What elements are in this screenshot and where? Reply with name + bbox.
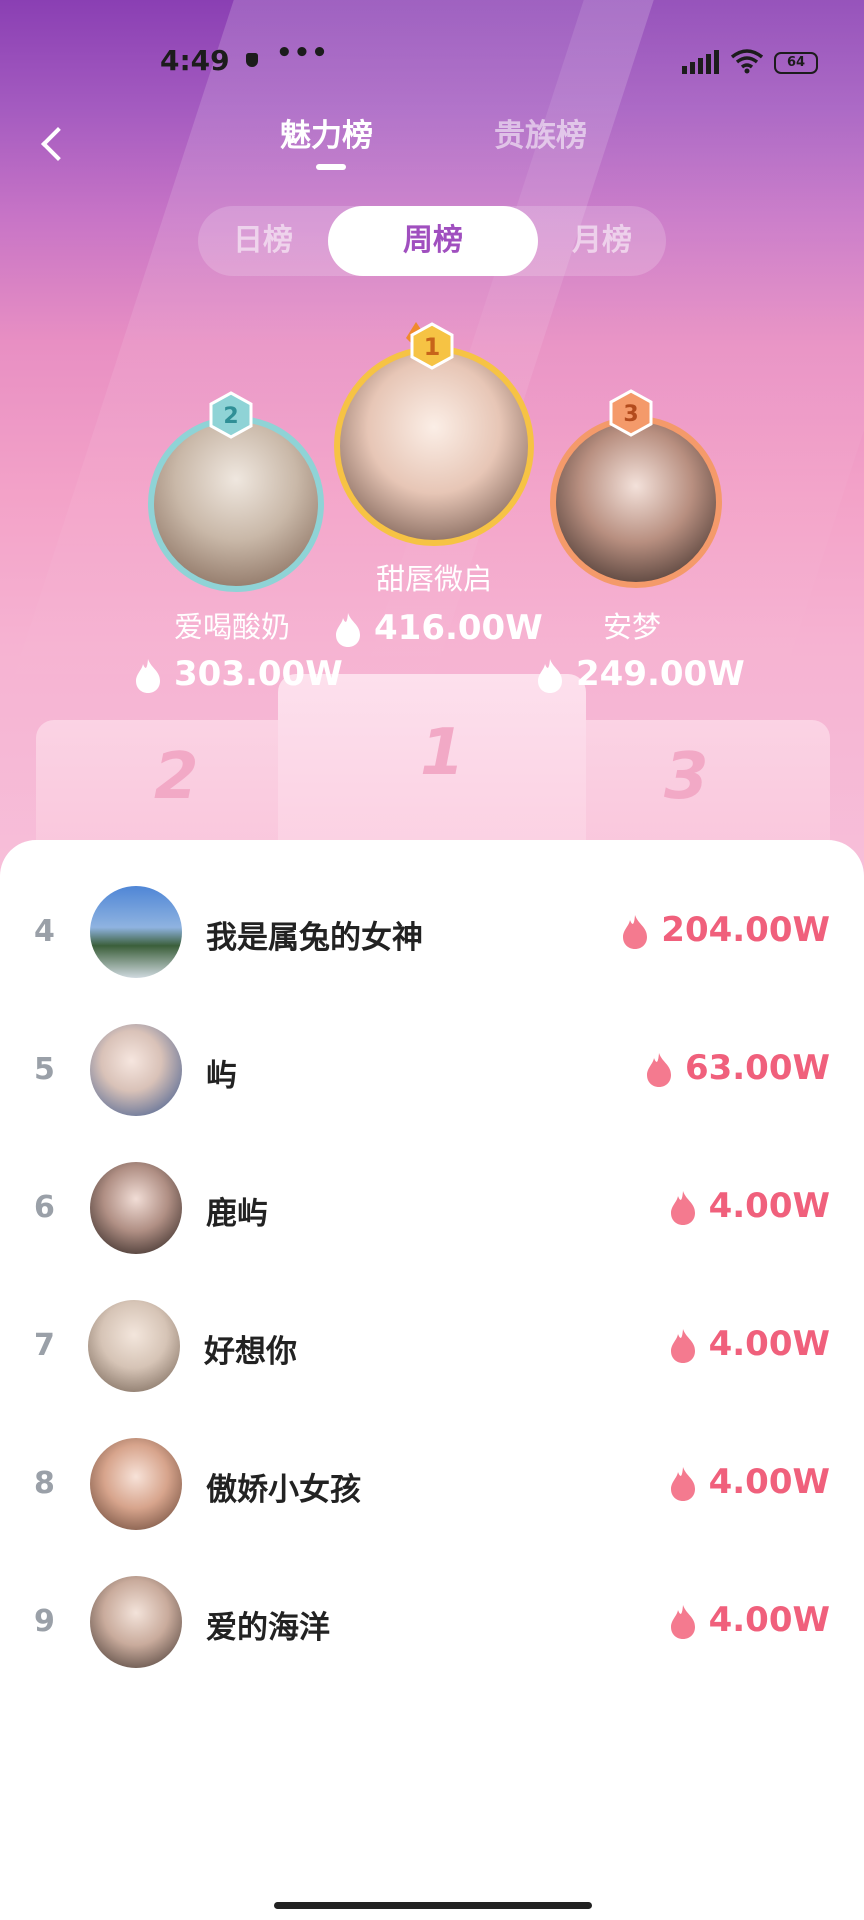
wifi-icon [730, 49, 764, 74]
avatar[interactable] [90, 1576, 182, 1668]
rank-2-badge-icon: 2 [209, 391, 253, 439]
rank-3-badge-number: 3 [623, 402, 638, 427]
list-score: 4.00W [669, 1600, 830, 1640]
list-rank: 8 [34, 1466, 55, 1501]
list-name: 我是属兔的女神 [206, 920, 423, 956]
list-name: 傲娇小女孩 [206, 1472, 361, 1508]
period-segmented-control: 日榜 周榜 月榜 [198, 206, 666, 276]
fire-icon [670, 1328, 695, 1363]
list-item-rank-7[interactable]: 7 好想你 4.00W [0, 1278, 864, 1416]
tab-charm-ranking[interactable]: 魅力榜 [280, 110, 373, 155]
list-score-value: 4.00W [708, 1600, 830, 1640]
list-item-rank-5[interactable]: 5 屿 63.00W [0, 1002, 864, 1140]
list-rank: 5 [34, 1052, 55, 1087]
tab-daily[interactable]: 日榜 [198, 206, 328, 276]
list-score-value: 4.00W [708, 1324, 830, 1364]
list-score: 4.00W [669, 1186, 830, 1226]
tab-monthly[interactable]: 月榜 [538, 206, 666, 276]
tab-indicator [316, 164, 346, 170]
list-score-value: 63.00W [684, 1048, 830, 1088]
list-score-value: 4.00W [708, 1186, 830, 1226]
fire-icon [136, 658, 160, 693]
list-score: 63.00W [645, 1048, 830, 1088]
fire-icon [336, 612, 360, 647]
avatar[interactable] [90, 1162, 182, 1254]
fire-icon [646, 1052, 671, 1087]
top-score-rank-3: 249.00W [536, 654, 745, 694]
top-name-rank-1: 甜唇微启 [375, 562, 492, 596]
tab-weekly[interactable]: 周榜 [328, 206, 538, 276]
rank-1-badge-number: 1 [424, 333, 441, 361]
list-name: 好想你 [204, 1334, 297, 1370]
podium-second-number: 2 [154, 740, 199, 814]
list-score: 204.00W [621, 910, 830, 950]
more-dots-icon: ••• [276, 38, 329, 68]
top-name-rank-2: 爱喝酸奶 [173, 610, 290, 644]
list-rank: 4 [34, 914, 55, 949]
list-score-value: 204.00W [661, 910, 830, 950]
avatar[interactable] [90, 1438, 182, 1530]
list-score-value: 4.00W [708, 1462, 830, 1502]
top-score-value: 416.00W [374, 608, 543, 648]
fire-icon [538, 658, 562, 693]
top-score-value: 303.00W [174, 654, 343, 694]
list-name: 屿 [206, 1058, 237, 1094]
home-indicator[interactable] [274, 1902, 592, 1909]
podium-first-number: 1 [420, 716, 465, 790]
battery-icon: 64 [774, 52, 818, 74]
rank-1-crown-badge-icon: 1 [406, 322, 454, 370]
fire-icon [670, 1190, 695, 1225]
fire-icon [670, 1604, 695, 1639]
list-rank: 7 [34, 1328, 55, 1363]
podium-third-number: 3 [664, 740, 709, 814]
list-item-rank-4[interactable]: 4 我是属兔的女神 204.00W [0, 864, 864, 1002]
signal-icon [682, 50, 719, 74]
avatar[interactable] [88, 1300, 180, 1392]
top-score-value: 249.00W [576, 654, 745, 694]
top-score-rank-1: 416.00W [334, 608, 543, 648]
avatar-rank-3[interactable] [550, 416, 722, 588]
list-item[interactable] [0, 1704, 864, 1842]
rank-2-badge-number: 2 [223, 404, 238, 429]
tab-noble-ranking[interactable]: 贵族榜 [494, 110, 587, 155]
list-item-rank-6[interactable]: 6 鹿屿 4.00W [0, 1140, 864, 1278]
list-item-rank-8[interactable]: 8 傲娇小女孩 4.00W [0, 1416, 864, 1554]
status-bar: 4:49 ••• 64 [0, 38, 864, 84]
fire-icon [670, 1466, 695, 1501]
top-name-rank-3: 安梦 [602, 610, 661, 644]
list-name: 鹿屿 [206, 1196, 268, 1232]
list-rank: 6 [34, 1190, 55, 1225]
fire-icon [623, 914, 648, 949]
rank-3-badge-icon: 3 [609, 389, 653, 437]
list-score: 4.00W [669, 1462, 830, 1502]
list-rank: 9 [34, 1604, 55, 1639]
list-score: 4.00W [669, 1324, 830, 1364]
avatar-rank-1[interactable] [334, 346, 534, 546]
list-item-rank-9[interactable]: 9 爱的海洋 4.00W [0, 1554, 864, 1692]
top-score-rank-2: 303.00W [134, 654, 343, 694]
list-name: 爱的海洋 [206, 1610, 330, 1646]
avatar-rank-2[interactable] [148, 416, 324, 592]
avatar[interactable] [90, 886, 182, 978]
status-time: 4:49 [160, 44, 230, 77]
avatar[interactable] [90, 1024, 182, 1116]
shield-icon [246, 53, 258, 67]
